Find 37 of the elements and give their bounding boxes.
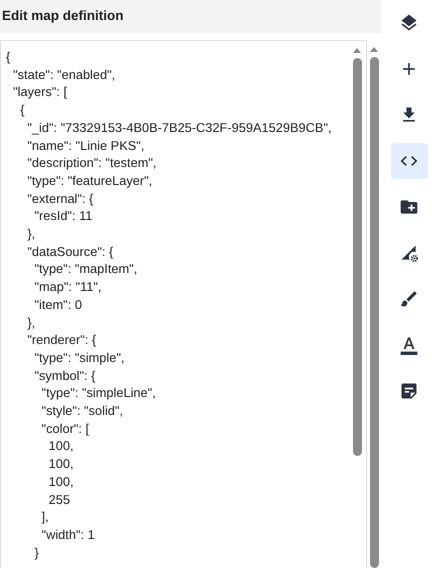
code-editor[interactable] <box>0 40 367 568</box>
code-line: "renderer": { <box>26 331 96 349</box>
code-line: "name": "Linie PKS", <box>26 136 144 154</box>
code-line: 100, <box>48 472 74 491</box>
code-line: }, <box>26 314 36 332</box>
code-line: { <box>6 48 10 66</box>
code-line: "type": "featureLayer", <box>26 172 152 190</box>
text-color-icon <box>399 335 419 355</box>
code-line: "map": "11", <box>33 278 102 296</box>
code-line: "layers": [ <box>12 83 67 102</box>
code-line: "state": "enabled", <box>12 66 116 84</box>
code-line: 255 <box>48 490 70 508</box>
code-line: 100, <box>48 455 74 473</box>
brush-icon <box>399 289 419 309</box>
code-line: "style": "solid", <box>40 402 124 420</box>
code-line: "_id": "73329153-4B0B-7B25-C32F-959A1529B9CB", <box>26 118 332 137</box>
code-line: "external": { <box>26 190 94 208</box>
panel-title: Edit map definition <box>2 7 124 26</box>
code-line: } <box>33 544 39 562</box>
code-line: 100, <box>48 437 74 456</box>
code-line: "type": "simple", <box>33 348 124 367</box>
code-line: { <box>19 101 24 119</box>
code-line: "symbol": { <box>33 366 96 384</box>
code-line: "color": [ <box>40 420 90 438</box>
code-line: "type": "simpleLine", <box>40 384 156 402</box>
note-icon <box>399 381 419 401</box>
code-line: "item": 0 <box>33 296 82 314</box>
code-line: "dataSource": { <box>26 242 114 260</box>
toolbar-button[interactable] <box>390 143 428 179</box>
code-line: ], <box>40 508 49 526</box>
triangle-gear-icon <box>399 243 419 263</box>
layers-icon <box>399 13 419 33</box>
code-line: "type": "mapItem", <box>33 260 138 278</box>
code-line: "width": 1 <box>40 526 95 544</box>
code-line: "resId": 11 <box>33 207 92 226</box>
code-line: }, <box>26 225 36 243</box>
code-line: "description": "testem", <box>26 154 156 172</box>
